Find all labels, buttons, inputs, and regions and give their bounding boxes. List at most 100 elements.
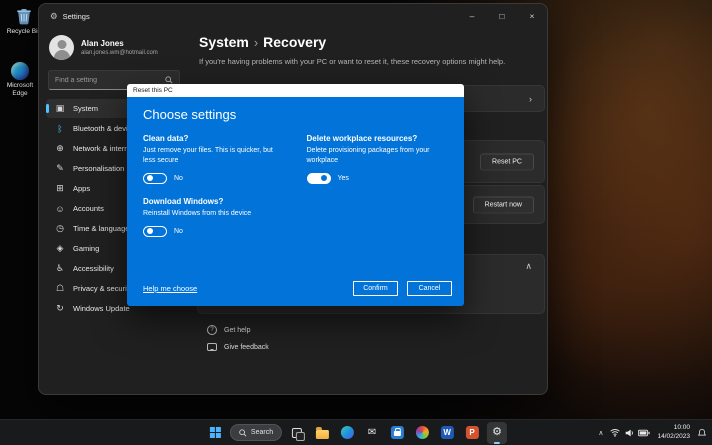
avatar	[49, 35, 74, 60]
toggle-state-label: Yes	[337, 174, 349, 182]
give-feedback-link[interactable]: Give feedback	[207, 343, 269, 351]
time-language-icon: ◷	[56, 223, 64, 233]
personalisation-icon: ✎	[56, 163, 64, 173]
volume-icon	[626, 429, 634, 436]
sidebar-item-label: Personalisation	[73, 164, 125, 173]
powerpoint-button[interactable]: P	[462, 422, 482, 444]
profile-email: alan.jones.wm@hotmail.com	[81, 49, 158, 56]
dialog-title: Reset this PC	[133, 87, 173, 94]
system-icon: ▣	[55, 103, 65, 113]
network-icon: ⊕	[56, 143, 64, 153]
toggle-state-label: No	[174, 174, 183, 182]
tray-chevron-icon[interactable]: ∧	[598, 429, 603, 437]
delete-workplace-toggle[interactable]	[306, 172, 331, 184]
minimize-button[interactable]: –	[457, 4, 487, 28]
dialog-options: Clean data? Just remove your files. This…	[143, 134, 448, 237]
accessibility-icon: ♿	[55, 263, 65, 273]
maximize-button[interactable]: □	[487, 4, 517, 28]
mail-button[interactable]: ✉	[362, 422, 382, 444]
store-icon	[390, 426, 404, 439]
file-explorer-icon	[315, 427, 329, 439]
taskbar-search[interactable]: Search	[229, 424, 283, 441]
help-links: ? Get help Give feedback	[207, 325, 269, 351]
help-me-choose-link[interactable]: Help me choose	[143, 284, 197, 293]
option-delete-workplace-resources: Delete workplace resources? Delete provi…	[306, 134, 449, 184]
close-button[interactable]: ×	[517, 4, 547, 28]
chevron-right-icon: ›	[529, 93, 532, 104]
windows-logo-icon	[209, 427, 221, 438]
option-download-windows: Download Windows? Reinstall Windows from…	[143, 197, 285, 237]
word-icon: W	[440, 426, 454, 439]
option-title: Delete workplace resources?	[306, 134, 418, 143]
gaming-icon: ◈	[56, 243, 64, 253]
page-description: If you're having problems with your PC o…	[199, 57, 506, 66]
feedback-icon	[207, 343, 217, 351]
sidebar-item-label: System	[73, 104, 99, 113]
store-button[interactable]	[387, 422, 407, 444]
word-button[interactable]: W	[437, 422, 457, 444]
apps-icon: ⊞	[56, 183, 64, 193]
maximize-icon: □	[499, 11, 505, 21]
dialog-titlebar: Reset this PC	[127, 84, 464, 97]
taskbar-search-label: Search	[250, 429, 274, 436]
search-input[interactable]	[55, 76, 165, 84]
sidebar-item-label: Windows Update	[73, 304, 130, 313]
minimize-icon: –	[469, 11, 475, 21]
taskbar: Search ✉ W P ⚙ ∧ 10:00 14/02/2023	[0, 419, 712, 445]
breadcrumb: System › Recovery	[199, 34, 535, 50]
get-help-label: Get help	[224, 326, 251, 334]
cancel-button[interactable]: Cancel	[407, 281, 452, 296]
download-windows-toggle[interactable]	[143, 225, 167, 237]
task-view-icon	[292, 427, 306, 441]
recycle-bin-icon	[14, 6, 34, 26]
window-title: Settings	[62, 11, 90, 21]
sidebar-item-label: Gaming	[73, 244, 100, 253]
network-volume-battery-button[interactable]	[610, 428, 651, 438]
edge-icon	[340, 426, 354, 439]
give-feedback-label: Give feedback	[224, 343, 269, 351]
settings-app-button[interactable]: ⚙	[487, 421, 508, 444]
breadcrumb-system[interactable]: System	[199, 34, 249, 50]
profile-name: Alan Jones	[81, 39, 124, 49]
start-button[interactable]	[205, 422, 225, 444]
tray-date: 14/02/2023	[657, 432, 690, 440]
restart-now-button[interactable]: Restart now	[472, 196, 534, 213]
close-icon: ×	[529, 11, 535, 21]
breadcrumb-separator-icon: ›	[253, 35, 259, 50]
search-icon	[165, 76, 173, 84]
window-titlebar: ⚙ Settings – □ ×	[39, 4, 547, 28]
option-description: Reinstall Windows from this device	[143, 209, 252, 217]
reset-pc-dialog: Reset this PC Choose settings Clean data…	[127, 84, 464, 306]
option-description: Delete provisioning packages from your w…	[306, 147, 430, 164]
system-tray: ∧ 10:00 14/02/2023	[598, 420, 707, 445]
file-explorer-button[interactable]	[312, 422, 332, 444]
sidebar-item-label: Accounts	[73, 204, 104, 213]
chevron-up-icon: ∧	[525, 261, 532, 271]
desktop: Recycle Bin Microsoft Edge ⚙ Settings – …	[0, 0, 712, 445]
dialog-body: Choose settings Clean data? Just remove …	[127, 97, 464, 306]
bluetooth-icon: ᛒ	[57, 123, 63, 134]
desktop-icon-label: Microsoft Edge	[6, 82, 34, 98]
dialog-heading: Choose settings	[143, 107, 237, 122]
settings-gear-icon: ⚙	[492, 426, 503, 438]
clean-data-toggle[interactable]	[143, 172, 167, 184]
dialog-footer: Help me choose Confirm Cancel	[143, 281, 452, 296]
reset-pc-button[interactable]: Reset PC	[480, 153, 534, 170]
privacy-security-icon: ☖	[55, 283, 65, 293]
sidebar-item-label: Apps	[73, 184, 91, 193]
desktop-icon-microsoft-edge[interactable]: Microsoft Edge	[0, 61, 40, 98]
powerpoint-icon: P	[465, 426, 479, 439]
search-icon	[239, 428, 247, 437]
account-profile[interactable]: Alan Jones alan.jones.wm@hotmail.com	[46, 31, 182, 62]
photos-button[interactable]	[412, 422, 432, 444]
option-clean-data: Clean data? Just remove your files. This…	[143, 134, 285, 184]
photos-icon	[415, 426, 429, 439]
accounts-icon: ☺	[55, 203, 65, 214]
clock-button[interactable]: 10:00 14/02/2023	[657, 424, 690, 442]
task-view-button[interactable]	[287, 422, 307, 444]
edge-button[interactable]	[337, 422, 357, 444]
notification-bell-icon[interactable]	[697, 428, 707, 438]
confirm-button[interactable]: Confirm	[353, 281, 398, 296]
sidebar-item-label: Accessibility	[73, 264, 114, 273]
get-help-link[interactable]: ? Get help	[207, 325, 269, 335]
